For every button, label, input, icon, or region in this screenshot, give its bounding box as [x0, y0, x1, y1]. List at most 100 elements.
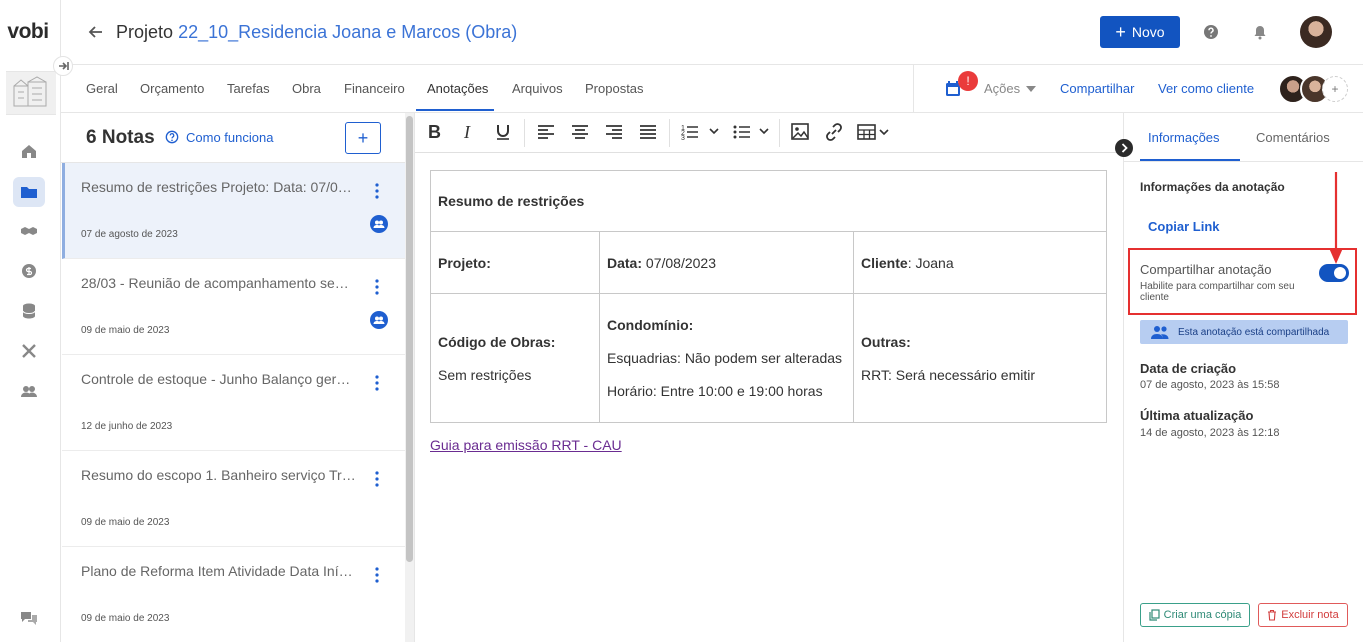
- tab-obra[interactable]: Obra: [292, 81, 321, 96]
- tab-geral[interactable]: Geral: [86, 81, 118, 96]
- toggle-knob[interactable]: [1334, 267, 1346, 279]
- folder-icon[interactable]: [17, 180, 41, 204]
- image-icon[interactable]: [791, 122, 809, 142]
- rrt-guide-link[interactable]: Guia para emissão RRT - CAU: [430, 437, 622, 453]
- handshake-icon[interactable]: [17, 219, 41, 243]
- table-cell: Outras: RRT: Será necessário emitir: [853, 293, 1107, 423]
- outras-label: Outras:: [861, 333, 911, 350]
- editor-divider: [414, 113, 415, 642]
- outras-value: RRT: Será necessário emitir: [861, 366, 1036, 383]
- red-arrow-annotation: [1326, 172, 1346, 268]
- user-avatar[interactable]: [1300, 16, 1332, 48]
- kebab-menu-icon[interactable]: [375, 183, 379, 199]
- kebab-menu-icon[interactable]: [375, 279, 379, 295]
- link-icon[interactable]: [824, 122, 844, 142]
- editor-toolbar: B I 123: [415, 113, 1124, 153]
- restrictions-table[interactable]: Resumo de restrições Projeto: Data: 07/0…: [430, 170, 1107, 423]
- caret-down-icon[interactable]: [1026, 86, 1036, 92]
- condominio-label: Condomínio:: [607, 317, 694, 333]
- tab-propostas[interactable]: Propostas: [585, 81, 644, 96]
- how-it-works-link[interactable]: Como funciona: [186, 130, 273, 145]
- dollar-circle-icon[interactable]: [17, 259, 41, 283]
- projeto-label: Projeto:: [438, 254, 491, 271]
- new-button[interactable]: + Novo: [1100, 16, 1180, 48]
- tools-icon[interactable]: [17, 339, 41, 363]
- database-icon[interactable]: [17, 299, 41, 323]
- note-item-5[interactable]: Plano de Reforma Item Atividade Data Iní…: [62, 547, 405, 643]
- tab-anotacoes[interactable]: Anotações: [427, 81, 488, 96]
- bullet-list-icon[interactable]: [733, 122, 773, 142]
- created-date-label: Data de criação: [1140, 361, 1237, 376]
- tab-comentarios[interactable]: Comentários: [1256, 130, 1330, 145]
- note-item-3[interactable]: Controle de estoque - Junho Balanço gera…: [62, 355, 405, 451]
- bell-icon[interactable]: [1252, 24, 1268, 40]
- help-circle-icon[interactable]: [165, 130, 179, 144]
- horario-text: Horário: Entre 10:00 e 19:00 horas: [607, 383, 823, 399]
- vobi-logo[interactable]: vobi: [0, 20, 56, 44]
- kebab-menu-icon[interactable]: [375, 471, 379, 487]
- align-left-icon[interactable]: [537, 122, 555, 142]
- align-right-icon[interactable]: [605, 122, 623, 142]
- chevron-right-icon: [1121, 143, 1128, 153]
- project-name-link[interactable]: 22_10_Residencia Joana e Marcos (Obra): [178, 22, 517, 42]
- actions-dropdown[interactable]: Ações: [984, 81, 1020, 96]
- view-as-client-link[interactable]: Ver como cliente: [1158, 81, 1254, 96]
- align-center-icon[interactable]: [571, 122, 589, 142]
- tab-arquivos[interactable]: Arquivos: [512, 81, 563, 96]
- shared-users-icon: [370, 311, 388, 329]
- tab-tarefas[interactable]: Tarefas: [227, 81, 270, 96]
- note-date: 12 de junho de 2023: [81, 421, 173, 432]
- help-icon[interactable]: [1203, 24, 1219, 40]
- kebab-menu-icon[interactable]: [375, 567, 379, 583]
- bold-icon[interactable]: B: [427, 122, 443, 142]
- underline-icon[interactable]: [495, 122, 511, 142]
- updated-date-label: Última atualização: [1140, 408, 1254, 423]
- active-tab-indicator: [416, 109, 494, 111]
- share-link[interactable]: Compartilhar: [1060, 81, 1134, 96]
- back-arrow-icon[interactable]: [88, 24, 104, 40]
- updated-date-value: 14 de agosto, 2023 às 12:18: [1140, 427, 1280, 439]
- created-date-value: 07 de agosto, 2023 às 15:58: [1140, 379, 1280, 391]
- delete-note-button[interactable]: Excluir nota: [1258, 603, 1348, 627]
- new-button-label: Novo: [1131, 24, 1165, 40]
- note-item-1[interactable]: Resumo de restrições Projeto: Data: 07/0…: [62, 163, 405, 259]
- svg-text:3: 3: [681, 135, 685, 142]
- building-sketch-icon: [13, 76, 47, 107]
- align-justify-icon[interactable]: [639, 122, 657, 142]
- table-cell: Condomínio: Esquadrias: Não podem ser al…: [599, 293, 854, 423]
- note-title: Resumo do escopo 1. Banheiro serviço Tro…: [81, 467, 357, 483]
- plus-icon: +: [1115, 22, 1126, 42]
- users-icon[interactable]: [17, 379, 41, 403]
- cliente-value: : Joana: [907, 254, 954, 271]
- tabs-divider: [913, 64, 914, 112]
- copy-link-button[interactable]: Copiar Link: [1148, 219, 1220, 234]
- kebab-menu-icon[interactable]: [375, 375, 379, 391]
- expand-panel-button[interactable]: [1115, 139, 1133, 157]
- collapse-sidebar-button[interactable]: [53, 56, 73, 76]
- right-tabs-divider: [1124, 161, 1363, 162]
- project-thumbnail[interactable]: [6, 71, 56, 115]
- notification-badge: !: [958, 71, 978, 91]
- notes-scrollbar-thumb[interactable]: [406, 116, 413, 562]
- italic-icon[interactable]: I: [462, 122, 476, 142]
- cliente-label: Cliente: [861, 254, 908, 271]
- arrow-right-bar-icon: [59, 62, 69, 70]
- ordered-list-icon[interactable]: 123: [681, 122, 721, 142]
- note-item-2[interactable]: 28/03 - Reunião de acompanhamento semana…: [62, 259, 405, 355]
- note-title: 28/03 - Reunião de acompanhamento semana…: [81, 275, 357, 291]
- copy-icon: [1149, 609, 1160, 621]
- note-item-4[interactable]: Resumo do escopo 1. Banheiro serviço Tro…: [62, 451, 405, 547]
- home-icon[interactable]: [17, 139, 41, 163]
- add-member-button[interactable]: +: [1322, 76, 1348, 102]
- chat-icon[interactable]: [17, 606, 41, 630]
- tab-informacoes[interactable]: Informações: [1148, 130, 1220, 145]
- tab-financeiro[interactable]: Financeiro: [344, 81, 405, 96]
- note-date: 09 de maio de 2023: [81, 517, 170, 528]
- table-icon[interactable]: [857, 122, 893, 142]
- note-date: 09 de maio de 2023: [81, 613, 170, 624]
- users-icon: [1150, 325, 1170, 339]
- add-note-button[interactable]: +: [345, 122, 381, 154]
- create-copy-button[interactable]: Criar uma cópia: [1140, 603, 1250, 627]
- shared-banner-text: Esta anotação está compartilhada: [1178, 326, 1330, 338]
- tab-orcamento[interactable]: Orçamento: [140, 81, 204, 96]
